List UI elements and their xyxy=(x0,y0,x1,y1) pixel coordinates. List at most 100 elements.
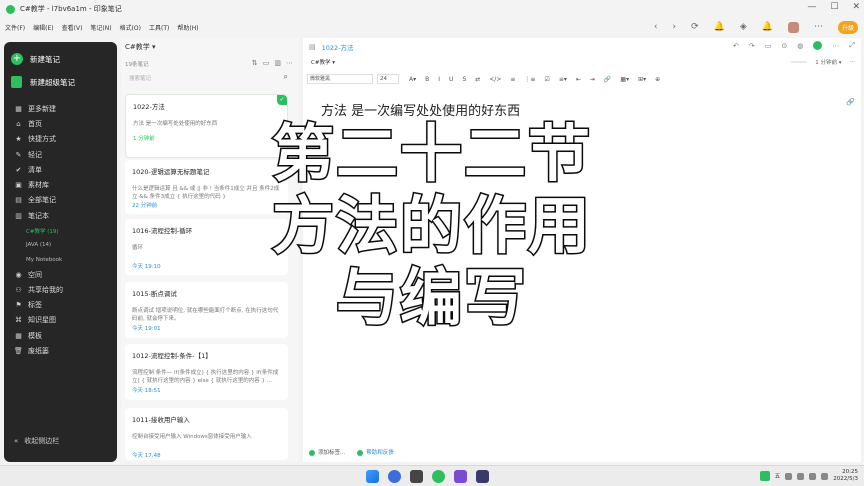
note-snippet: 控制台接受用户输入 Windows窗体接受用户输入 xyxy=(132,434,252,440)
new-note-button[interactable]: + 新建笔记 xyxy=(4,50,117,68)
edited-time[interactable]: 1 分钟前 ▾ xyxy=(815,58,841,66)
status-pill xyxy=(791,61,808,63)
note-title: 1022-方法 xyxy=(133,103,165,111)
clock-date: 2022/5/3 xyxy=(833,476,858,482)
highlight-icon[interactable]: ⇄ xyxy=(475,76,480,83)
bullet-list-icon[interactable]: ≡ xyxy=(510,76,515,83)
grid-icon: ▦ xyxy=(15,104,22,113)
ime-mode[interactable]: 五 xyxy=(775,472,781,480)
search-input[interactable]: 搜索笔记 ⌕ xyxy=(124,71,294,85)
window-title: C#教学 - l7bv6a1m - 印象笔记 xyxy=(20,5,122,13)
globe-icon[interactable]: ◍ xyxy=(797,42,803,50)
insert-icon[interactable]: ⊞▾ xyxy=(638,76,646,83)
ime-icon[interactable] xyxy=(759,471,770,481)
checkbox-icon[interactable]: ☑ xyxy=(544,76,549,83)
add-icon[interactable]: ⊕ xyxy=(655,76,660,83)
sidebar-item-trash[interactable]: 🗑 废纸篓 xyxy=(4,343,117,358)
editor-actions: ↶ ↷ ▭ ⊙ ◍ ⋯ ⤢ xyxy=(733,41,855,50)
italic-icon[interactable]: I xyxy=(438,76,440,83)
menu-format[interactable]: 格式(O) xyxy=(120,23,141,32)
overlay-line-1: 第二十二节 xyxy=(270,116,592,191)
maximize-button[interactable]: ☐ xyxy=(830,2,838,12)
shield-icon[interactable]: ◈ xyxy=(740,22,747,32)
volume-icon[interactable] xyxy=(821,472,829,480)
taskbar: 五 20:25 2022/5/3 xyxy=(0,465,864,486)
layout-icon[interactable]: ▥ xyxy=(274,59,281,67)
indent-icon[interactable]: ⇥ xyxy=(590,76,595,83)
bell-icon[interactable]: 🔔 xyxy=(762,22,773,32)
tray-icon[interactable] xyxy=(797,472,805,480)
sidebar-item-label: 废纸篓 xyxy=(28,347,49,355)
edge-icon[interactable] xyxy=(388,470,401,483)
title-bar: C#教学 - l7bv6a1m - 印象笔记 — ☐ ✕ xyxy=(0,0,864,18)
clock[interactable]: 20:25 2022/5/3 xyxy=(833,469,858,483)
share-icon[interactable] xyxy=(813,41,823,50)
note-time: 今天 18:51 xyxy=(132,388,161,394)
expand-icon[interactable]: ⤢ xyxy=(849,41,855,50)
back-icon[interactable]: ‹ xyxy=(654,22,658,32)
list-view-tools: ⇅ ▭ ▥ ⋯ xyxy=(252,59,293,67)
code-icon[interactable]: </> xyxy=(489,76,501,83)
add-tag-button[interactable]: 添加标签... xyxy=(309,448,345,456)
more-icon[interactable]: ⋯ xyxy=(286,59,293,67)
more-menu-icon[interactable]: ⋯ xyxy=(814,22,823,32)
search-placeholder: 搜索笔记 xyxy=(129,76,152,82)
editor-notebook-selector[interactable]: C#教学 ▾ xyxy=(311,58,335,66)
note-card[interactable]: 1011-接收用户输入 控制台接受用户输入 Windows窗体接受用户输入 今天… xyxy=(125,408,288,460)
tray-icon[interactable] xyxy=(785,472,793,480)
present-icon[interactable]: ▭ xyxy=(765,42,772,50)
underline-icon[interactable]: U xyxy=(449,76,453,83)
app-icon[interactable] xyxy=(476,470,489,483)
top-toolbar: ‹ › ⟳ 🔔 ◈ 🔔 ⋯ 升级 xyxy=(654,18,864,36)
more-options-icon[interactable]: ⋯ xyxy=(832,42,839,50)
sidebar-item-label: 更多新建 xyxy=(28,104,56,113)
notification-icon[interactable]: 🔔 xyxy=(714,22,725,32)
outdent-icon[interactable]: ⇤ xyxy=(576,76,581,83)
note-card[interactable]: 1012-流程控制-条件-【1】 流程控制 条件— if(条件成立) { 执行这… xyxy=(125,344,288,400)
redo-icon[interactable]: ↷ xyxy=(749,42,755,50)
font-color-icon[interactable]: A▾ xyxy=(409,76,416,83)
numbered-list-icon[interactable]: ⋮≡ xyxy=(524,76,535,83)
bold-icon[interactable]: B xyxy=(425,76,429,83)
sort-icon[interactable]: ⇅ xyxy=(252,59,258,67)
explorer-icon[interactable] xyxy=(410,470,423,483)
sync-icon[interactable]: ⟳ xyxy=(691,22,699,32)
font-family-select[interactable]: 微软雅黑 xyxy=(307,74,373,84)
undo-icon[interactable]: ↶ xyxy=(733,42,739,50)
visual-studio-icon[interactable] xyxy=(454,470,467,483)
link-icon[interactable]: 🔗 xyxy=(846,98,855,106)
search-icon[interactable]: ⌕ xyxy=(284,72,288,82)
menu-help[interactable]: 帮助(H) xyxy=(177,23,198,32)
menu-edit[interactable]: 编辑(E) xyxy=(33,23,53,32)
close-button[interactable]: ✕ xyxy=(852,2,860,12)
taskbar-apps xyxy=(366,470,489,483)
more-icon[interactable]: ⋯ xyxy=(850,59,856,65)
menu-note[interactable]: 笔记(N) xyxy=(90,23,111,32)
collapse-icon: « xyxy=(14,437,19,445)
menu-view[interactable]: 查看(V) xyxy=(62,23,83,32)
table-icon[interactable]: ▦▾ xyxy=(620,76,629,83)
view-icon[interactable]: ▭ xyxy=(263,59,270,67)
font-size-select[interactable]: 24 xyxy=(377,74,399,84)
clock-time: 20:25 xyxy=(842,469,858,475)
app-logo-icon xyxy=(6,4,15,14)
link-icon[interactable]: 🔗 xyxy=(604,76,611,83)
menu-file[interactable]: 文件(F) xyxy=(5,23,25,32)
history-icon[interactable]: ⊙ xyxy=(781,42,787,50)
align-icon[interactable]: ≡▾ xyxy=(559,76,567,83)
forward-icon[interactable]: › xyxy=(672,22,676,32)
notebook-selector[interactable]: C#教学 ▾ xyxy=(125,42,156,52)
help-feedback-button[interactable]: 帮助和反馈 xyxy=(357,448,394,456)
upgrade-button[interactable]: 升级 xyxy=(837,20,858,34)
new-super-note-button[interactable]: 新建超级笔记 xyxy=(4,73,117,91)
strikethrough-icon[interactable]: S xyxy=(462,76,466,83)
sidebar-item-more-new[interactable]: ▦ 更多新建 xyxy=(4,101,117,116)
menu-tools[interactable]: 工具(T) xyxy=(149,23,169,32)
start-icon[interactable] xyxy=(366,470,379,483)
collapse-sidebar-button[interactable]: « 收起侧边栏 xyxy=(14,436,59,446)
avatar[interactable] xyxy=(787,21,799,33)
breadcrumb[interactable]: 1022-方法 xyxy=(322,42,354,52)
minimize-button[interactable]: — xyxy=(807,2,816,12)
wifi-icon[interactable] xyxy=(809,472,817,480)
evernote-icon[interactable] xyxy=(432,470,445,483)
